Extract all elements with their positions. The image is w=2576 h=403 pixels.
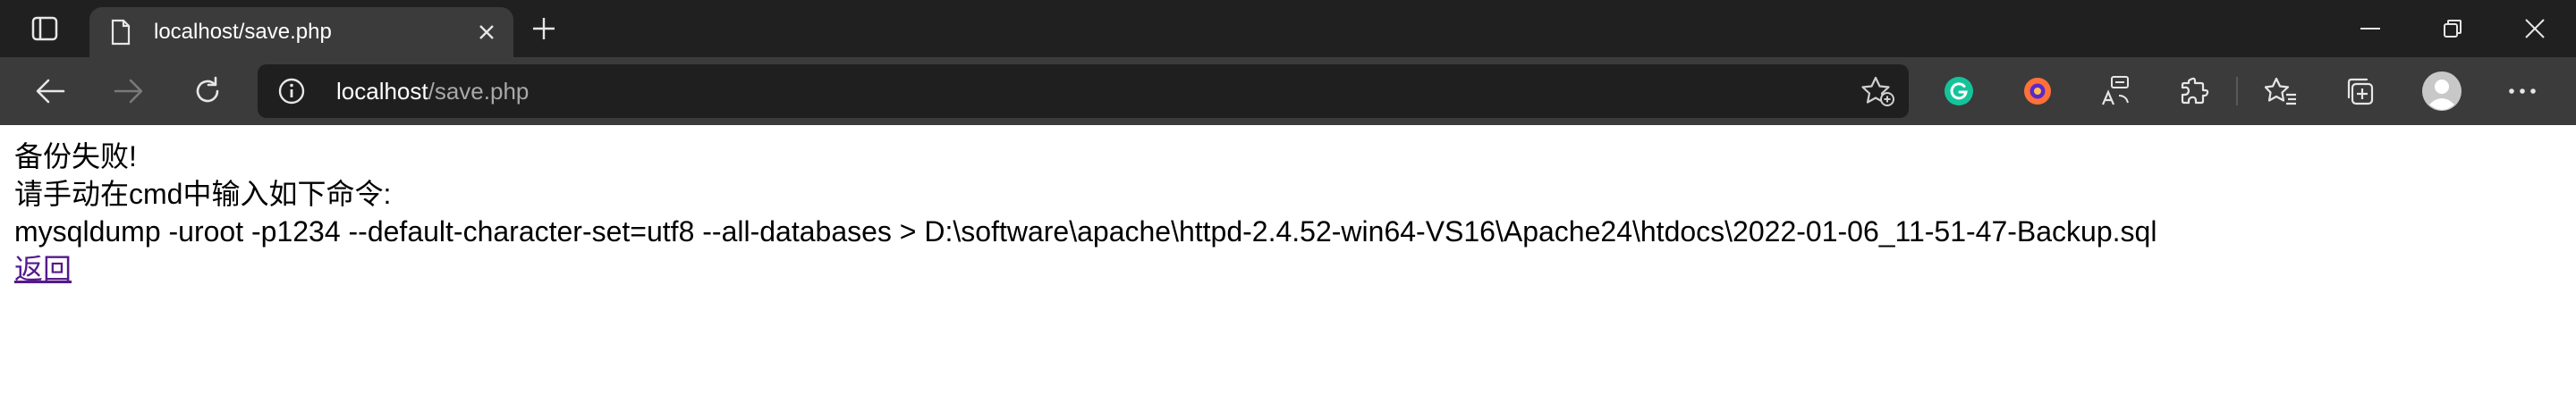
grammarly-extension-button[interactable]: [1937, 70, 1980, 113]
close-window-icon: [2525, 19, 2545, 38]
backup-command: mysqldump -uroot -p1234 --default-charac…: [14, 215, 2157, 248]
translate-icon: [2101, 76, 2129, 105]
page-content: 备份失败! 请手动在cmd中输入如下命令: mysqldump -uroot -…: [14, 138, 2555, 288]
restore-icon: [2444, 20, 2462, 38]
close-tab-button[interactable]: [470, 16, 503, 48]
url-host: localhost: [336, 78, 428, 105]
more-menu-icon: [2509, 88, 2536, 94]
minimize-icon: [2360, 28, 2380, 29]
minimize-button[interactable]: [2329, 0, 2411, 57]
tab-actions-icon: [31, 16, 58, 41]
refresh-button[interactable]: [184, 68, 231, 114]
extensions-icon: [2181, 77, 2209, 105]
forward-button[interactable]: [106, 68, 152, 114]
title-bar: localhost/save.php: [0, 0, 2576, 57]
page-icon: [106, 17, 136, 47]
favorites-icon: [2265, 77, 2296, 105]
relay-extension-button[interactable]: [2016, 70, 2059, 113]
collections-icon: [2347, 78, 2374, 105]
restore-button[interactable]: [2411, 0, 2494, 57]
profile-button[interactable]: [2420, 70, 2463, 113]
back-link[interactable]: 返回: [14, 253, 72, 285]
close-tab-icon: [479, 25, 494, 39]
extensions-button[interactable]: [2174, 70, 2216, 113]
address-bar[interactable]: localhost/save.php: [258, 64, 1909, 118]
tab-title: localhost/save.php: [154, 20, 332, 44]
add-favorite-button[interactable]: [1860, 75, 1896, 107]
firefox-relay-icon: [2024, 78, 2051, 105]
profile-avatar-icon: [2422, 71, 2462, 111]
browser-toolbar: localhost/save.php: [0, 57, 2576, 125]
forward-icon: [114, 79, 143, 104]
site-info-icon: [278, 78, 305, 105]
toolbar-divider: [2236, 77, 2238, 105]
add-favorite-icon: [1861, 76, 1894, 106]
translate-extension-button[interactable]: [2095, 70, 2138, 113]
tab-actions-button[interactable]: [20, 13, 70, 45]
instruction-text: 请手动在cmd中输入如下命令:: [14, 178, 392, 210]
error-message: 备份失败!: [14, 140, 137, 172]
close-window-button[interactable]: [2494, 0, 2576, 57]
back-icon: [36, 79, 65, 104]
site-info-button[interactable]: [275, 75, 308, 107]
tab-active[interactable]: localhost/save.php: [89, 7, 513, 57]
more-menu-button[interactable]: [2501, 70, 2544, 113]
new-tab-icon: [533, 18, 555, 39]
collections-button[interactable]: [2338, 70, 2381, 113]
address-url[interactable]: localhost/save.php: [336, 78, 529, 105]
favorites-button[interactable]: [2259, 70, 2302, 113]
new-tab-button[interactable]: [524, 13, 564, 45]
grammarly-icon: [1945, 77, 1973, 105]
url-path: /save.php: [428, 78, 530, 105]
refresh-icon: [196, 76, 219, 103]
back-button[interactable]: [27, 68, 73, 114]
